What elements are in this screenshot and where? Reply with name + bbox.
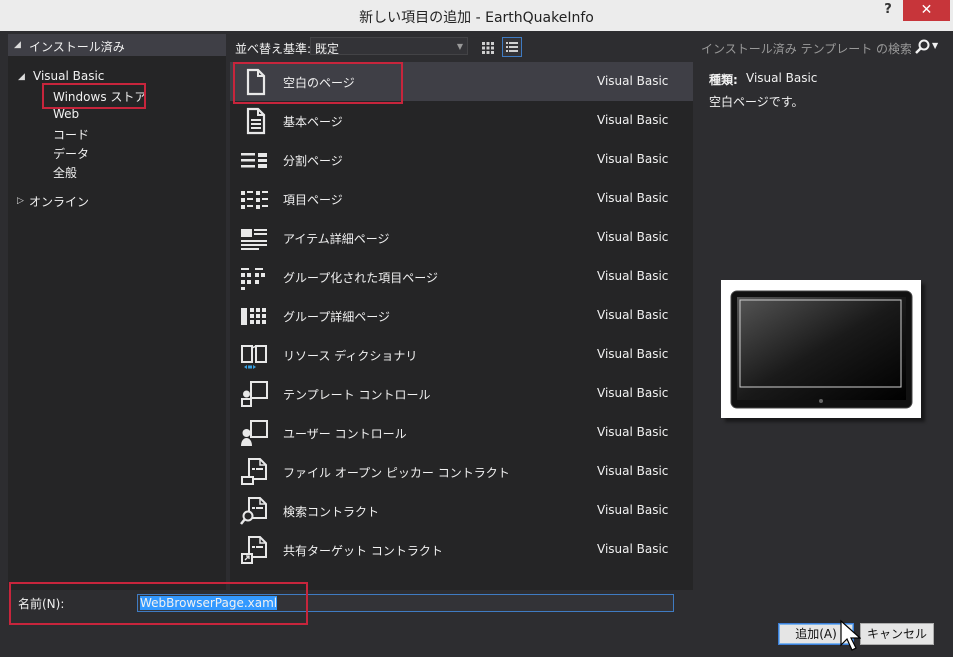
- tree-header-label: インストール済み: [29, 40, 125, 54]
- template-language: Visual Basic: [597, 191, 669, 205]
- list-view-icon: [506, 42, 518, 52]
- template-language: Visual Basic: [597, 503, 669, 517]
- template-name: 項目ページ: [283, 193, 343, 207]
- template-name: 共有ターゲット コントラクト: [283, 544, 443, 558]
- tree-item-online[interactable]: オンライン: [29, 193, 89, 210]
- template-name: グループ化された項目ページ: [283, 271, 439, 285]
- template-name: ユーザー コントロール: [283, 427, 407, 441]
- template-language: Visual Basic: [597, 386, 669, 400]
- type-label: 種類:: [709, 73, 738, 87]
- tree-item-visual-basic[interactable]: Visual Basic: [33, 69, 104, 83]
- user-control-icon: [241, 420, 268, 446]
- dropdown-arrow-icon: ▼: [456, 42, 463, 51]
- template-item-group-detail-page[interactable]: グループ詳細ページ Visual Basic: [230, 296, 693, 335]
- basic-page-icon: [246, 107, 266, 135]
- cancel-button[interactable]: キャンセル: [860, 623, 934, 645]
- collapse-triangle-icon: ◢: [14, 40, 21, 50]
- template-language: Visual Basic: [597, 152, 669, 166]
- list-view-button[interactable]: [502, 37, 522, 57]
- template-name: リソース ディクショナリ: [283, 349, 418, 363]
- template-list: 空白のページ Visual Basic 基本ページ Visual Basic 分…: [230, 62, 693, 590]
- template-language: Visual Basic: [597, 230, 669, 244]
- template-language: Visual Basic: [597, 425, 669, 439]
- template-item-resource-dictionary[interactable]: リソース ディクショナリ Visual Basic: [230, 335, 693, 374]
- category-tree: ◢ インストール済み ◢ Visual Basic Windows ストア We…: [8, 34, 226, 590]
- template-language: Visual Basic: [597, 113, 669, 127]
- dialog-body: ◢ インストール済み ◢ Visual Basic Windows ストア We…: [0, 31, 953, 657]
- tree-item-data[interactable]: データ: [53, 145, 89, 162]
- preview-thumbnail: [721, 280, 921, 418]
- template-language: Visual Basic: [597, 74, 669, 88]
- items-page-icon: [241, 191, 268, 209]
- template-item-items-page[interactable]: 項目ページ Visual Basic: [230, 179, 693, 218]
- template-name: グループ詳細ページ: [283, 310, 391, 324]
- template-item-item-detail-page[interactable]: アイテム詳細ページ Visual Basic: [230, 218, 693, 257]
- template-language: Visual Basic: [597, 347, 669, 361]
- close-button[interactable]: ✕: [903, 0, 950, 21]
- share-target-contract-icon: [241, 536, 267, 564]
- search-input[interactable]: インストール済み テンプレート の検索 (Ctrl: [701, 40, 911, 57]
- grouped-items-page-icon: [241, 268, 265, 290]
- template-name: 分割ページ: [283, 154, 343, 168]
- template-item-grouped-items-page[interactable]: グループ化された項目ページ Visual Basic: [230, 257, 693, 296]
- sort-dropdown[interactable]: 既定 ▼: [310, 37, 468, 56]
- split-page-icon: [241, 153, 267, 168]
- name-field-highlight: [9, 582, 308, 625]
- tablet-preview-icon: [730, 290, 913, 409]
- template-language: Visual Basic: [597, 269, 669, 283]
- template-item-templated-control[interactable]: テンプレート コントロール Visual Basic: [230, 374, 693, 413]
- file-picker-contract-icon: [241, 458, 267, 485]
- tree-item-code[interactable]: コード: [53, 126, 89, 143]
- template-item-search-contract[interactable]: 検索コントラクト Visual Basic: [230, 491, 693, 530]
- templated-control-icon: [241, 381, 268, 407]
- template-description: 空白ページです。: [709, 95, 804, 109]
- grid-view-button[interactable]: [478, 37, 498, 57]
- mouse-pointer-icon: [840, 619, 861, 651]
- template-search[interactable]: インストール済み テンプレート の検索 (Ctrl ▼: [696, 34, 945, 58]
- sort-label: 並べ替え基準:: [235, 42, 312, 56]
- template-item-user-control[interactable]: ユーザー コントロール Visual Basic: [230, 413, 693, 452]
- search-options-arrow-icon[interactable]: ▼: [932, 41, 938, 50]
- template-item-split-page[interactable]: 分割ページ Visual Basic: [230, 140, 693, 179]
- template-name: 基本ページ: [283, 115, 343, 129]
- template-name: テンプレート コントロール: [283, 388, 431, 402]
- details-panel: 種類: Visual Basic 空白ページです。: [696, 62, 945, 590]
- search-contract-icon: [240, 497, 267, 525]
- sort-toolbar: 並べ替え基準: 既定 ▼: [230, 34, 693, 58]
- windows-store-highlight: [42, 83, 146, 109]
- blank-page-highlight: [233, 62, 403, 104]
- search-icon[interactable]: [914, 38, 932, 56]
- item-detail-page-icon: [241, 229, 267, 250]
- tree-header[interactable]: ◢ インストール済み: [8, 34, 226, 56]
- template-language: Visual Basic: [597, 542, 669, 556]
- template-item-share-target-contract[interactable]: 共有ターゲット コントラクト Visual Basic: [230, 530, 693, 569]
- tree-item-web[interactable]: Web: [53, 107, 79, 121]
- tree-item-general[interactable]: 全般: [53, 164, 77, 181]
- resource-dictionary-icon: [241, 345, 267, 369]
- template-name: アイテム詳細ページ: [283, 232, 390, 246]
- type-value: Visual Basic: [746, 71, 818, 85]
- help-button[interactable]: ?: [880, 2, 896, 22]
- grid-view-icon: [482, 42, 494, 54]
- sort-value: 既定: [315, 42, 340, 56]
- collapsed-triangle-icon: ▷: [17, 196, 24, 206]
- title-bar: 新しい項目の追加 - EarthQuakeInfo ? ✕: [0, 0, 953, 31]
- template-language: Visual Basic: [597, 464, 669, 478]
- group-detail-page-icon: [241, 308, 266, 325]
- template-language: Visual Basic: [597, 308, 669, 322]
- template-item-file-picker-contract[interactable]: ファイル オープン ピッカー コントラクト Visual Basic: [230, 452, 693, 491]
- window-title: 新しい項目の追加 - EarthQuakeInfo: [359, 10, 594, 26]
- expand-triangle-icon: ◢: [18, 72, 25, 82]
- template-name: 検索コントラクト: [283, 505, 380, 519]
- template-item-basic-page[interactable]: 基本ページ Visual Basic: [230, 101, 693, 140]
- template-name: ファイル オープン ピッカー コントラクト: [283, 466, 510, 480]
